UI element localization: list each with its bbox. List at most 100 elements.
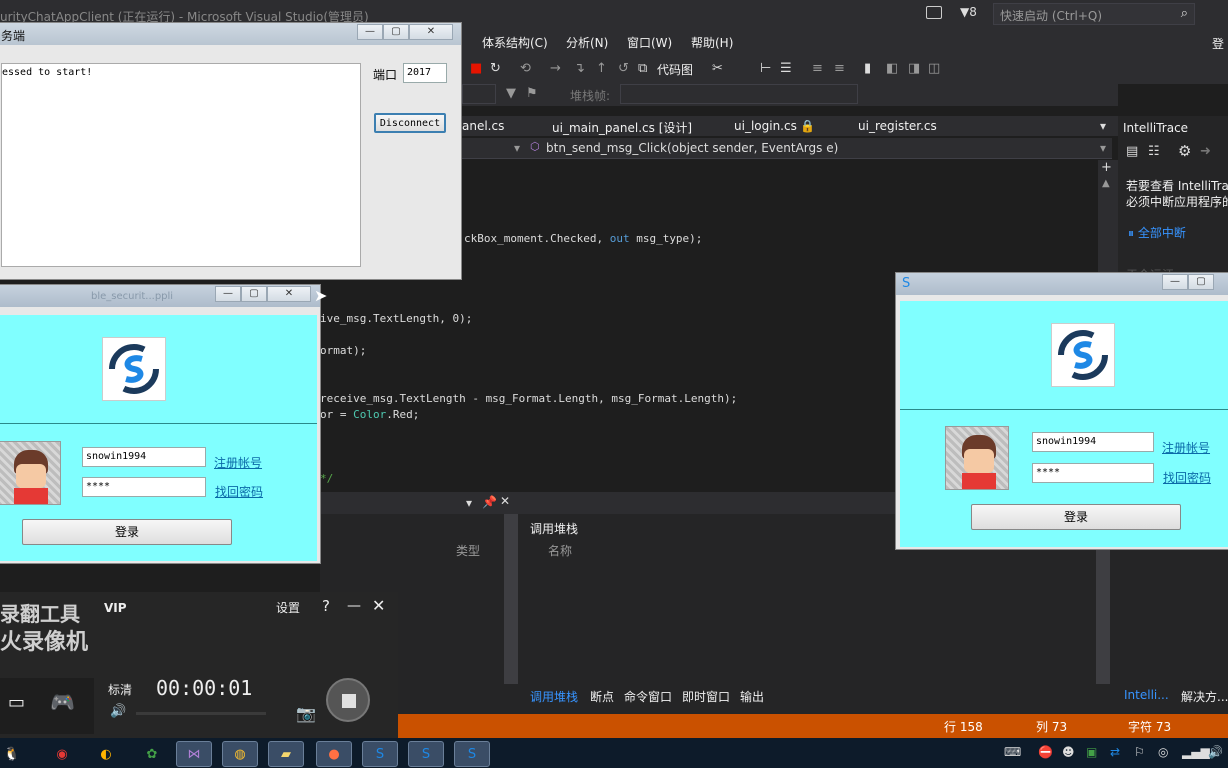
- tab-immediate-window[interactable]: 即时窗口: [682, 688, 730, 705]
- pin-icon[interactable]: 📌: [482, 495, 497, 509]
- vip-badge[interactable]: VIP: [104, 601, 127, 615]
- code-map-icon[interactable]: ⧉: [638, 61, 647, 76]
- volume-icon[interactable]: 🔊: [1208, 745, 1223, 759]
- tray-blue-icon[interactable]: ⇄: [1110, 745, 1120, 759]
- quick-launch-input[interactable]: 快速启动 (Ctrl+Q) ⌕: [993, 3, 1195, 25]
- network-icon[interactable]: ▂▄▆: [1182, 745, 1210, 759]
- menu-help[interactable]: 帮助(H): [691, 34, 733, 51]
- tray-flag-icon[interactable]: ⚐: [1134, 745, 1145, 759]
- step-out-icon[interactable]: ↑: [596, 61, 607, 76]
- close-icon[interactable]: ✕: [372, 596, 385, 615]
- tab-breakpoints[interactable]: 断点: [590, 688, 614, 705]
- minimize-icon[interactable]: —: [347, 598, 361, 614]
- username-field[interactable]: snowin1994: [82, 447, 206, 467]
- list-icon[interactable]: ☰: [780, 61, 792, 76]
- step-icon[interactable]: ⟲: [520, 61, 531, 76]
- chevron-down-icon[interactable]: ▾: [514, 141, 520, 155]
- maximize-button[interactable]: ▢: [1188, 274, 1214, 290]
- register-link[interactable]: 注册帐号: [214, 454, 262, 471]
- tab-ui-login[interactable]: ui_login.cs: [734, 119, 797, 133]
- forward-icon[interactable]: ➜: [1200, 144, 1211, 159]
- notification-icon[interactable]: [926, 6, 942, 19]
- maximize-button[interactable]: ▢: [241, 286, 267, 302]
- flag-icon[interactable]: ⚑: [526, 86, 538, 101]
- bookmark-next-icon[interactable]: ◨: [908, 61, 920, 76]
- panel-dropdown-icon[interactable]: ▾: [466, 496, 472, 510]
- password-field[interactable]: ****: [1032, 463, 1154, 483]
- tab-solution-explorer[interactable]: 解决方...: [1181, 688, 1228, 705]
- comment-icon[interactable]: ≡: [812, 61, 823, 76]
- tab-overflow-icon[interactable]: ▾: [1100, 119, 1106, 133]
- tab-command-window[interactable]: 命令窗口: [624, 688, 672, 705]
- menu-architecture[interactable]: 体系结构(C): [482, 34, 548, 51]
- tab-output[interactable]: 输出: [740, 688, 764, 705]
- step-into-icon[interactable]: ↴: [574, 61, 585, 76]
- tray-green-icon[interactable]: ▣: [1086, 745, 1097, 759]
- split-icon[interactable]: +: [1101, 160, 1112, 175]
- menu-analyze[interactable]: 分析(N): [566, 34, 608, 51]
- step-over-icon[interactable]: →: [550, 61, 561, 76]
- filter-thread-icon[interactable]: ▼: [506, 86, 516, 101]
- settings-button[interactable]: 设置: [276, 599, 300, 616]
- quality-selector[interactable]: 标清: [108, 681, 132, 698]
- tab-main-panel-design[interactable]: ui_main_panel.cs [设计]: [552, 119, 692, 136]
- disconnect-button[interactable]: Disconnect: [374, 113, 446, 133]
- gear-icon[interactable]: ⚙: [1178, 142, 1191, 160]
- recover-password-link[interactable]: 找回密码: [215, 483, 263, 500]
- restart-icon[interactable]: ↻: [490, 61, 501, 76]
- code-map-button[interactable]: 代码图: [657, 61, 693, 78]
- port-field[interactable]: 2017: [403, 63, 447, 83]
- tray-app-icon[interactable]: ☻: [1062, 745, 1075, 759]
- recover-password-link[interactable]: 找回密码: [1163, 469, 1211, 486]
- uncomment-icon[interactable]: ≡: [834, 61, 845, 76]
- table-icon[interactable]: ▤: [1126, 144, 1138, 159]
- chrome-icon[interactable]: ◍: [222, 741, 258, 767]
- keyboard-icon[interactable]: ⌨: [1004, 745, 1021, 759]
- stop-record-button[interactable]: [326, 678, 370, 722]
- type-column-header[interactable]: 类型: [456, 542, 480, 559]
- minimize-button[interactable]: —: [357, 24, 383, 40]
- filter-icon[interactable]: ▼8: [960, 5, 977, 19]
- scroll-up-icon[interactable]: ▲: [1102, 178, 1110, 189]
- minimize-button[interactable]: —: [1162, 274, 1188, 290]
- search-icon[interactable]: ⌕: [1181, 6, 1188, 21]
- align-icon[interactable]: ⊢: [760, 61, 771, 76]
- stop-icon[interactable]: ■: [470, 61, 482, 76]
- password-field[interactable]: ****: [82, 477, 206, 497]
- chat-app-icon-1[interactable]: S: [362, 741, 398, 767]
- volume-icon[interactable]: 🔊: [110, 704, 126, 719]
- stack-frame-dropdown[interactable]: [620, 84, 858, 104]
- tools-icon[interactable]: ✂: [712, 61, 723, 76]
- security-icon[interactable]: ⛔: [1038, 745, 1053, 759]
- refresh-icon[interactable]: ↺: [618, 61, 629, 76]
- volume-slider[interactable]: [136, 712, 266, 715]
- recorder-icon[interactable]: ●: [316, 741, 352, 767]
- tab-call-stack[interactable]: 调用堆栈: [530, 688, 578, 705]
- process-dropdown[interactable]: [462, 84, 496, 104]
- game-mode-icon[interactable]: 🎮: [50, 690, 75, 714]
- close-icon[interactable]: ✕: [500, 494, 510, 508]
- tab-ui-register[interactable]: ui_register.cs: [858, 119, 937, 133]
- firefox-icon[interactable]: ◐: [88, 741, 124, 767]
- sign-in-link-2[interactable]: 登: [1212, 35, 1224, 52]
- bookmark-icon[interactable]: ▮: [864, 61, 871, 76]
- login-button[interactable]: 登录: [971, 504, 1181, 530]
- login-button[interactable]: 登录: [22, 519, 232, 545]
- tab-intellitrace[interactable]: Intelli...: [1124, 688, 1169, 702]
- tab-main-panel-cs[interactable]: anel.cs: [462, 119, 504, 133]
- chat-app-icon-2[interactable]: S: [408, 741, 444, 767]
- camera-icon[interactable]: 📷: [296, 704, 316, 723]
- maximize-button[interactable]: ▢: [383, 24, 409, 40]
- register-link[interactable]: 注册帐号: [1162, 439, 1210, 456]
- minimize-button[interactable]: —: [215, 286, 241, 302]
- break-all-link[interactable]: ⏸ 全部中断: [1128, 224, 1186, 241]
- bookmark-prev-icon[interactable]: ◧: [886, 61, 898, 76]
- folder-icon[interactable]: ▰: [268, 741, 304, 767]
- screen-mode-icon[interactable]: ▭: [8, 692, 25, 713]
- close-button[interactable]: ✕: [409, 24, 453, 40]
- tray-qq-icon[interactable]: ◎: [1158, 745, 1168, 759]
- server-log[interactable]: essed to start!: [1, 63, 361, 267]
- method-dropdown[interactable]: btn_send_msg_Click(object sender, EventA…: [546, 141, 838, 155]
- menu-window[interactable]: 窗口(W): [627, 34, 672, 51]
- visual-studio-icon[interactable]: ⋈: [176, 741, 212, 767]
